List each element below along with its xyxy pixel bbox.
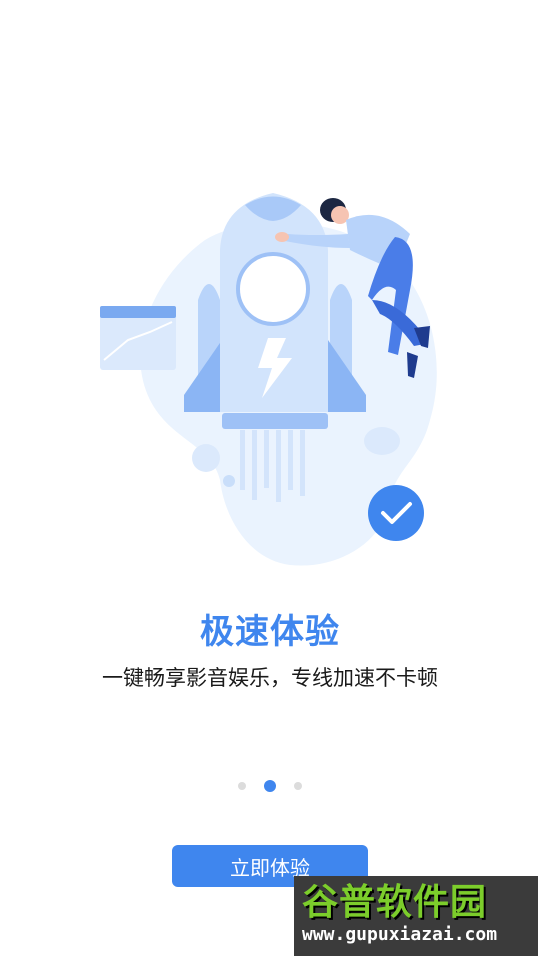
watermark-url: www.gupuxiazai.com [302, 924, 498, 945]
watermark-brand: 谷普软件园 [302, 882, 488, 923]
page-title: 极速体验 [200, 612, 340, 652]
blob-small-right [364, 427, 400, 455]
page-dot-3[interactable] [294, 782, 302, 790]
blob-small-left [192, 444, 220, 472]
chart-card-icon [100, 306, 176, 370]
rocket-illustration [100, 193, 437, 566]
page-dot-2-active[interactable] [264, 780, 276, 792]
blob-dot [223, 475, 235, 487]
page-subtitle: 一键畅享影音娱乐，专线加速不卡顿 [102, 666, 438, 690]
watermark: 谷普软件园 www.gupuxiazai.com [294, 876, 538, 956]
page-indicator [0, 780, 540, 792]
check-icon [368, 485, 424, 541]
page-dot-1[interactable] [238, 782, 246, 790]
